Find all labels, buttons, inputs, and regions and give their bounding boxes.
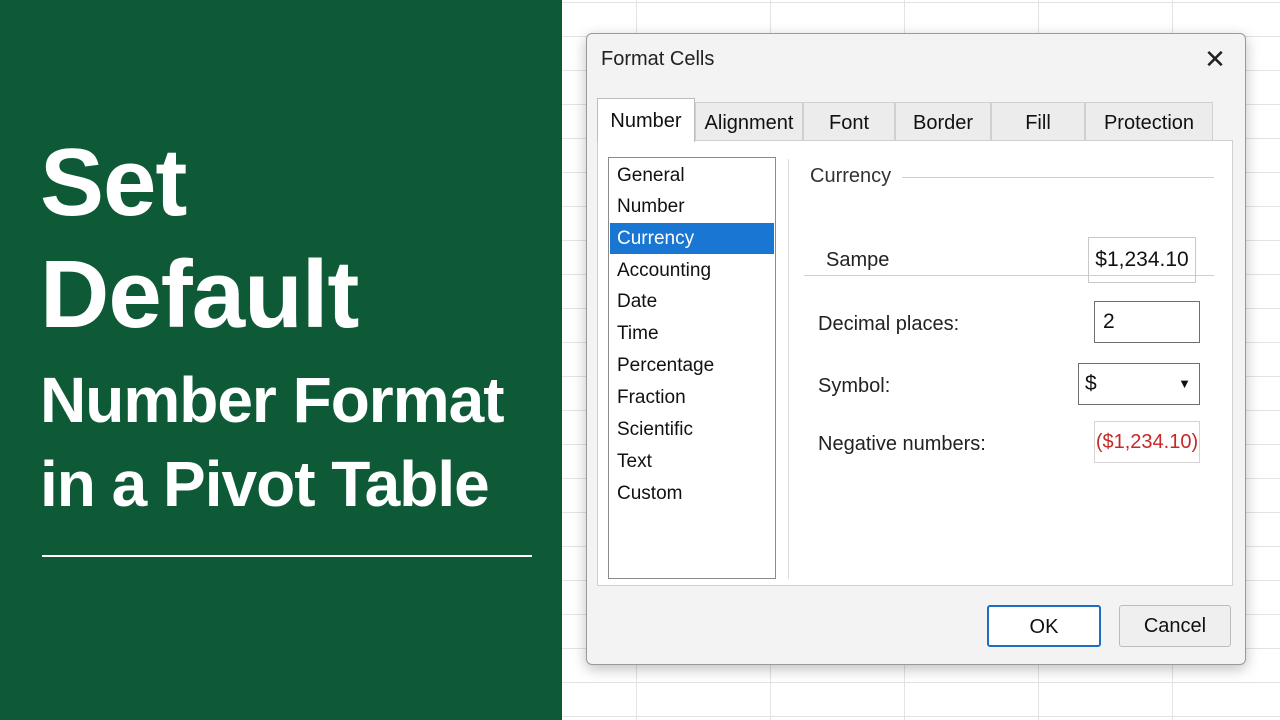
category-time[interactable]: Time — [610, 318, 774, 349]
symbol-label: Symbol: — [818, 375, 891, 397]
tab-alignment[interactable]: Alignment — [695, 102, 803, 140]
section-label: Currency — [810, 165, 892, 187]
cancel-button[interactable]: Cancel — [1119, 605, 1231, 647]
sample-value: $1,234.10 — [1088, 237, 1196, 283]
tab-fill[interactable]: Fill — [991, 102, 1085, 140]
category-custom[interactable]: Custom — [610, 478, 774, 509]
sample-label: Sampe — [826, 249, 890, 271]
category-currency[interactable]: Currency — [610, 223, 774, 254]
promo-divider — [42, 555, 532, 557]
symbol-select[interactable]: $ ▼ — [1078, 363, 1200, 405]
category-text[interactable]: Text — [610, 446, 774, 477]
category-fraction[interactable]: Fraction — [610, 382, 774, 413]
promo-panel: Set Default Number Format in a Pivot Tab… — [0, 0, 562, 720]
decimal-places-label: Decimal places: — [818, 313, 960, 335]
vertical-divider — [788, 159, 789, 579]
section-divider — [902, 177, 1214, 178]
symbol-value: $ — [1085, 372, 1097, 395]
tab-protection[interactable]: Protection — [1085, 102, 1213, 140]
tab-font[interactable]: Font — [803, 102, 895, 140]
negative-numbers-option[interactable]: ($1,234.10) — [1094, 421, 1200, 463]
category-number[interactable]: Number — [610, 191, 774, 222]
ok-button[interactable]: OK — [987, 605, 1101, 647]
number-tab-panel: General Number Currency Accounting Date … — [597, 140, 1233, 586]
options-divider — [804, 275, 1214, 276]
chevron-down-icon: ▼ — [1178, 376, 1191, 391]
category-percentage[interactable]: Percentage — [610, 350, 774, 381]
category-general[interactable]: General — [610, 160, 774, 191]
category-accounting[interactable]: Accounting — [610, 255, 774, 286]
promo-title-line-2: Default — [40, 241, 359, 348]
category-scientific[interactable]: Scientific — [610, 414, 774, 445]
tab-bar: Number Alignment Font Border Fill Protec… — [597, 98, 1213, 142]
promo-title-line-3: Number Format — [40, 364, 504, 436]
category-list[interactable]: General Number Currency Accounting Date … — [608, 157, 776, 579]
promo-title-line-4: in a Pivot Table — [40, 448, 490, 520]
tab-number[interactable]: Number — [597, 98, 695, 142]
decimal-places-input[interactable]: 2 — [1094, 301, 1200, 343]
negative-numbers-label: Negative numbers: — [818, 433, 986, 455]
format-cells-dialog: Format Cells ✕ Number Alignment Font Bor… — [586, 33, 1246, 665]
tab-border[interactable]: Border — [895, 102, 991, 140]
dialog-title: Format Cells — [601, 48, 715, 70]
category-date[interactable]: Date — [610, 286, 774, 317]
close-icon[interactable]: ✕ — [1199, 44, 1231, 76]
promo-title-line-1: Set — [40, 129, 187, 236]
